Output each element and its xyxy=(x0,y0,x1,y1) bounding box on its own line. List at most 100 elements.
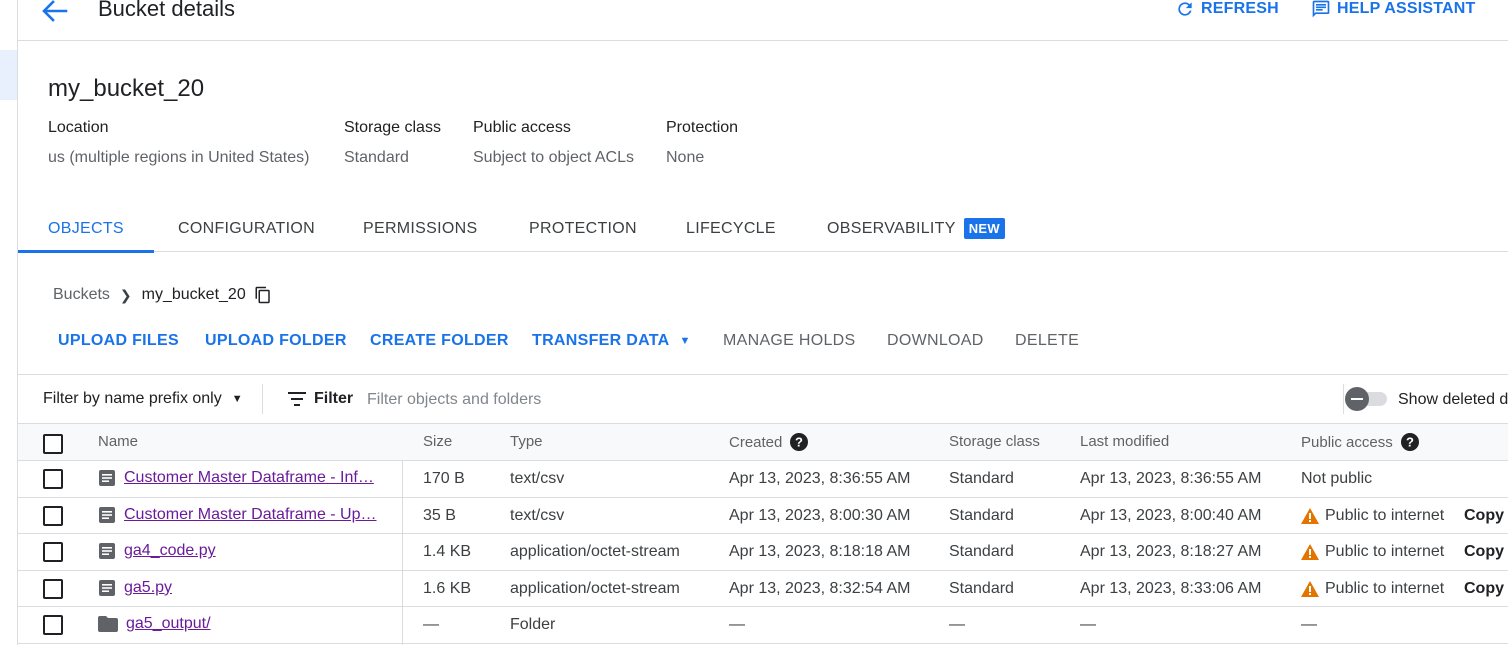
meta-location: Location us (multiple regions in United … xyxy=(48,119,309,167)
table-row[interactable]: ga5_output/ — Folder — — — — xyxy=(18,607,1508,644)
help-assistant-label: HELP ASSISTANT xyxy=(1337,0,1476,17)
tab-configuration[interactable]: CONFIGURATION xyxy=(178,205,315,252)
public-access-value: — xyxy=(1301,616,1317,634)
show-deleted-toggle[interactable] xyxy=(1345,387,1389,411)
warning-icon xyxy=(1301,507,1319,524)
help-assistant-button[interactable]: HELP ASSISTANT xyxy=(1311,0,1476,19)
meta-public-access: Public access Subject to object ACLs xyxy=(473,119,634,167)
table-row[interactable]: ga4_code.py 1.4 KB application/octet-strea… xyxy=(18,534,1508,571)
size-cell: 35 B xyxy=(423,506,456,524)
public-access-value: Not public xyxy=(1301,470,1373,487)
table-row[interactable]: Customer Master Dataframe - Up… 35 B text/… xyxy=(18,498,1508,535)
column-header-storage-class[interactable]: Storage class xyxy=(949,433,1040,450)
created-cell: Apr 13, 2023, 8:18:18 AM xyxy=(729,543,911,561)
meta-label: Location xyxy=(48,119,109,136)
divider xyxy=(1343,384,1344,414)
back-arrow-icon[interactable] xyxy=(40,0,68,23)
table-row[interactable]: Customer Master Dataframe - Inf… 170 B tex… xyxy=(18,461,1508,498)
folder-icon xyxy=(98,616,118,633)
public-access-value: Public to internet xyxy=(1325,579,1445,597)
tab-bar: OBJECTS CONFIGURATION PERMISSIONS PROTEC… xyxy=(18,205,1508,253)
last-modified-cell: Apr 13, 2023, 8:18:27 AM xyxy=(1080,543,1262,561)
breadcrumb-current: my_bucket_20 xyxy=(141,286,246,303)
filter-mode-select[interactable]: Filter by name prefix only ▼ xyxy=(43,390,243,408)
page-title: Bucket details xyxy=(98,0,235,21)
column-header-last-modified[interactable]: Last modified xyxy=(1080,433,1169,450)
filter-button[interactable]: Filter xyxy=(288,390,353,408)
type-cell: Folder xyxy=(510,616,556,634)
column-header-public-access-label: Public access xyxy=(1301,433,1393,451)
column-header-created-label: Created xyxy=(729,433,783,451)
row-checkbox[interactable] xyxy=(43,505,63,526)
manage-holds-button[interactable]: MANAGE HOLDS xyxy=(723,332,856,350)
refresh-icon xyxy=(1178,2,1192,16)
create-folder-button[interactable]: CREATE FOLDER xyxy=(370,332,509,350)
tab-permissions[interactable]: PERMISSIONS xyxy=(363,205,477,252)
size-cell: 1.4 KB xyxy=(423,543,472,561)
tab-observability[interactable]: OBSERVABILITY NEW xyxy=(827,205,1005,252)
copy-url-button[interactable]: Copy U xyxy=(1464,580,1508,598)
transfer-data-label: TRANSFER DATA xyxy=(532,332,670,349)
public-access-cell: Public to internet xyxy=(1301,543,1444,561)
column-header-type[interactable]: Type xyxy=(510,433,543,450)
filter-objects-input[interactable] xyxy=(367,388,1267,412)
column-header-created[interactable]: Created ? xyxy=(729,433,809,451)
refresh-button[interactable]: REFRESH xyxy=(1175,0,1279,19)
breadcrumb-buckets-link[interactable]: Buckets xyxy=(53,286,110,304)
delete-button[interactable]: DELETE xyxy=(1015,332,1079,350)
last-modified-cell: — xyxy=(1080,616,1096,634)
column-header-size[interactable]: Size xyxy=(423,433,452,450)
copy-url-button[interactable]: Copy U xyxy=(1464,543,1508,561)
select-all-checkbox[interactable] xyxy=(43,434,63,454)
toggle-knob xyxy=(1345,387,1369,411)
meta-label: Public access xyxy=(473,119,571,136)
file-icon xyxy=(98,506,116,524)
column-header-name[interactable]: Name xyxy=(98,433,138,450)
tab-protection[interactable]: PROTECTION xyxy=(529,205,637,252)
type-cell: text/csv xyxy=(510,470,565,487)
object-name-link[interactable]: ga4_code.py xyxy=(124,542,216,560)
row-checkbox[interactable] xyxy=(43,542,63,563)
help-icon[interactable]: ? xyxy=(1400,433,1419,451)
meta-storage-class: Storage class Standard xyxy=(344,119,441,167)
left-nav-selected-item[interactable] xyxy=(0,50,17,100)
filter-mode-label: Filter by name prefix only xyxy=(43,390,222,407)
object-name-link[interactable]: ga5.py xyxy=(124,579,172,597)
row-checkbox[interactable] xyxy=(43,615,63,636)
storage-class-cell: — xyxy=(949,616,965,634)
storage-class-cell: Standard xyxy=(949,579,1014,597)
copy-icon[interactable] xyxy=(254,286,272,304)
file-icon xyxy=(98,469,116,487)
object-name-cell: ga4_code.py xyxy=(98,542,216,560)
created-cell: Apr 13, 2023, 8:36:55 AM xyxy=(729,470,911,487)
object-name-link[interactable]: Customer Master Dataframe - Up… xyxy=(124,506,377,524)
chevron-right-icon: ❯ xyxy=(119,286,132,303)
type-cell: text/csv xyxy=(510,506,565,524)
upload-files-button[interactable]: UPLOAD FILES xyxy=(58,332,179,350)
warning-icon xyxy=(1301,544,1319,561)
help-icon[interactable]: ? xyxy=(790,433,809,451)
caret-down-icon: ▼ xyxy=(679,335,691,347)
size-cell: 170 B xyxy=(423,470,465,487)
upload-folder-button[interactable]: UPLOAD FOLDER xyxy=(205,332,347,350)
column-header-public-access[interactable]: Public access ? xyxy=(1301,433,1419,451)
tab-objects[interactable]: OBJECTS xyxy=(18,205,154,253)
row-checkbox[interactable] xyxy=(43,469,63,489)
transfer-data-button[interactable]: TRANSFER DATA ▼ xyxy=(532,332,691,350)
file-icon xyxy=(98,542,116,560)
refresh-label: REFRESH xyxy=(1201,0,1279,17)
tab-lifecycle[interactable]: LIFECYCLE xyxy=(686,205,776,252)
size-cell: 1.6 KB xyxy=(423,579,472,597)
filter-icon xyxy=(288,392,306,406)
created-cell: Apr 13, 2023, 8:00:30 AM xyxy=(729,506,911,524)
object-name-link[interactable]: ga5_output/ xyxy=(126,615,211,633)
last-modified-cell: Apr 13, 2023, 8:00:40 AM xyxy=(1080,506,1262,524)
object-name-link[interactable]: Customer Master Dataframe - Inf… xyxy=(124,469,374,487)
meta-value: us (multiple regions in United States) xyxy=(48,149,310,166)
new-badge: NEW xyxy=(963,218,1005,239)
copy-url-button[interactable]: Copy U xyxy=(1464,507,1508,525)
row-checkbox[interactable] xyxy=(43,578,63,599)
warning-icon xyxy=(1301,580,1319,597)
download-button[interactable]: DOWNLOAD xyxy=(887,332,984,350)
table-row[interactable]: ga5.py 1.6 KB application/octet-stream Apr … xyxy=(18,571,1508,608)
